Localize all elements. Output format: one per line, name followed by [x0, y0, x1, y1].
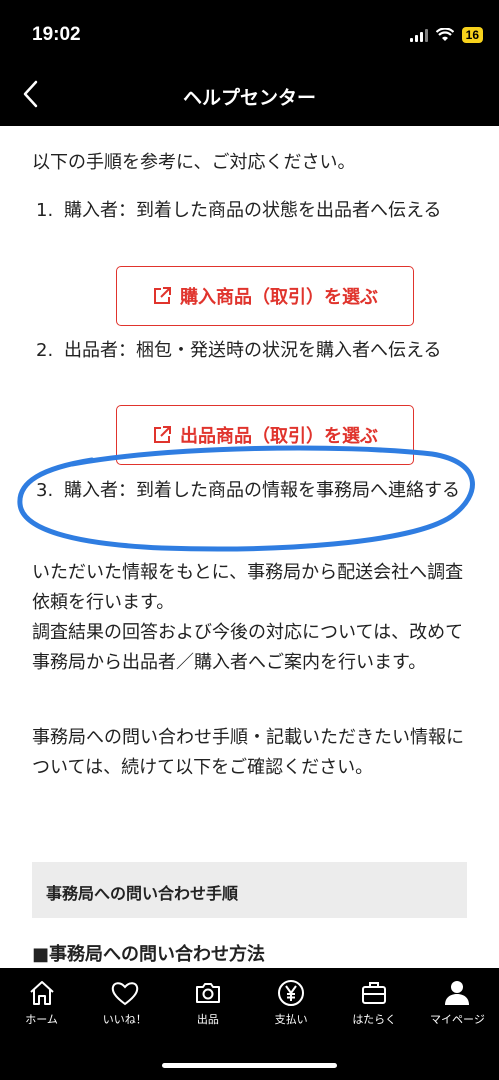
hand-drawn-highlight — [17, 445, 475, 552]
external-link-icon — [154, 287, 171, 304]
step-number: 1. — [36, 200, 54, 221]
tab-label: いいね！ — [102, 1013, 147, 1026]
tab-label: はたらく — [352, 1013, 397, 1026]
select-purchased-item-button[interactable]: 購入商品（取引）を選ぶ — [116, 266, 414, 326]
tab-label: 出品 — [196, 1013, 219, 1026]
help-content[interactable]: 以下の手順を参考に、ご対応ください。 1. 購入者：到着した商品の状態を出品者へ… — [0, 126, 499, 968]
bottom-tab-bar: ホーム いいね！ 出品 支払い はたらく マイページ — [0, 968, 499, 1080]
tab-label: 支払い — [274, 1013, 308, 1026]
sub-heading: ■事務局への問い合わせ方法 — [32, 944, 266, 965]
tab-home[interactable]: ホーム — [0, 968, 83, 1038]
status-time: 19:02 — [32, 24, 81, 45]
home-icon — [29, 981, 54, 1005]
step-1: 1. 購入者：到着した商品の状態を出品者へ伝える — [36, 196, 466, 226]
person-icon — [445, 981, 470, 1005]
heart-icon — [111, 982, 138, 1006]
step-text: 購入者：到着した商品の状態を出品者へ伝える — [64, 200, 442, 221]
signal-icon — [409, 28, 428, 42]
step-2: 2. 出品者：梱包・発送時の状況を購入者へ伝える — [36, 336, 466, 366]
yen-icon — [278, 980, 305, 1006]
info-paragraph: 事務局への問い合わせ手順・記載いただきたい情報については、続けて以下をご確認くだ… — [32, 727, 464, 778]
external-link-icon — [154, 426, 171, 443]
nav-bar: ヘルプセンター — [0, 64, 499, 126]
intro-text: 以下の手順を参考に、ご対応ください。 — [32, 152, 356, 173]
section-header[interactable]: 事務局への問い合わせ手順 — [32, 862, 467, 918]
status-icons: 16 — [409, 27, 483, 43]
status-bar: 19:02 16 — [0, 0, 499, 64]
tab-mypage[interactable]: マイページ — [416, 968, 499, 1038]
tab-sell[interactable]: 出品 — [166, 968, 249, 1038]
step-text: 出品者：梱包・発送時の状況を購入者へ伝える — [64, 340, 442, 361]
step-number: 2. — [36, 340, 54, 361]
home-indicator — [162, 1063, 337, 1068]
tab-label: マイページ — [430, 1013, 485, 1026]
tab-payment[interactable]: 支払い — [250, 968, 333, 1038]
tab-work[interactable]: はたらく — [333, 968, 416, 1038]
tab-likes[interactable]: いいね！ — [83, 968, 166, 1038]
button-label: 購入商品（取引）を選ぶ — [180, 287, 378, 308]
battery-icon: 16 — [461, 27, 483, 43]
briefcase-icon — [362, 982, 387, 1004]
info-paragraph: いただいた情報をもとに、事務局から配送会社へ調査依頼を行います。 調査結果の回答… — [32, 562, 464, 673]
tab-label: ホーム — [25, 1013, 58, 1026]
wifi-icon — [435, 28, 454, 41]
page-title: ヘルプセンター — [182, 87, 316, 109]
camera-icon — [195, 983, 220, 1003]
